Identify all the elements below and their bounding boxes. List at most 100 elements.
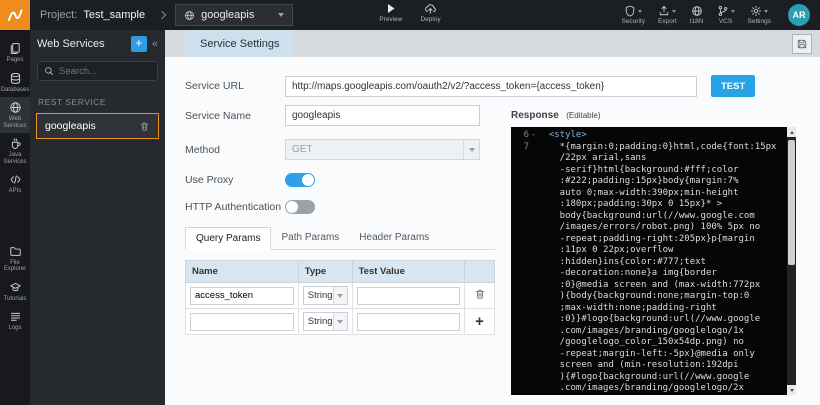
line-number <box>515 326 529 338</box>
delete-service-icon[interactable] <box>139 121 150 132</box>
sidebar-item-java-services[interactable]: Java Services <box>0 133 30 169</box>
service-list-item-googleapis[interactable]: googleapis <box>36 113 159 139</box>
use-proxy-toggle[interactable] <box>285 173 315 187</box>
sidebar-item-databases[interactable]: Databases <box>0 68 30 98</box>
coffee-cup-icon <box>9 137 22 150</box>
fold-marker <box>529 188 538 200</box>
service-selector-dropdown[interactable]: googleapis <box>175 4 293 26</box>
export-button[interactable]: Export <box>658 5 677 25</box>
settings-button[interactable]: Settings <box>748 5 772 25</box>
left-icon-sidebar: Pages Databases Web Services Java Servic… <box>0 30 30 405</box>
add-service-button[interactable]: + <box>131 36 147 52</box>
code-line: :180px;padding:30px 0 15px}* > <box>515 199 784 211</box>
git-branch-icon <box>717 5 729 17</box>
table-row: String + <box>186 309 495 335</box>
floppy-disk-icon <box>796 38 808 50</box>
deploy-button[interactable]: Deploy <box>420 2 440 23</box>
fold-marker <box>529 234 538 246</box>
column-header-name: Name <box>186 261 299 283</box>
cloud-upload-icon <box>424 2 438 15</box>
method-select[interactable]: GET <box>285 139 480 160</box>
code-text: <style> <box>538 130 784 142</box>
chevron-down-icon <box>672 10 676 13</box>
preview-button[interactable]: Preview <box>379 2 402 23</box>
service-url-input[interactable] <box>285 76 697 97</box>
chevron-down-icon <box>731 10 735 13</box>
search-input[interactable] <box>59 66 151 77</box>
code-text: :hidden}ins{color:#777;text <box>538 257 784 269</box>
scroll-up-icon[interactable] <box>787 127 796 137</box>
column-header-type: Type <box>298 261 352 283</box>
chevron-down-icon <box>469 148 475 152</box>
http-auth-toggle[interactable] <box>285 200 315 214</box>
param-test-value-input[interactable] <box>357 313 460 331</box>
chevron-down-icon <box>764 10 768 13</box>
param-type-select[interactable]: String <box>303 312 348 331</box>
sidebar-item-tutorials[interactable]: Tutorials <box>0 277 30 307</box>
save-button[interactable] <box>792 34 812 54</box>
search-icon <box>44 66 54 76</box>
export-label: Export <box>658 18 677 25</box>
i18n-button[interactable]: I18N <box>690 5 704 25</box>
panel-title: Web Services <box>37 38 126 50</box>
param-name-input[interactable] <box>190 313 294 331</box>
search-box <box>37 61 158 81</box>
play-icon <box>384 2 397 15</box>
fold-marker <box>529 257 538 269</box>
code-line: 6 - <style> <box>515 130 784 142</box>
code-text: /22px arial,sans <box>538 153 784 165</box>
service-name-input[interactable] <box>285 105 480 126</box>
fold-marker <box>529 383 538 395</box>
code-text: :0}}#logo{background:url(//www.google <box>538 314 784 326</box>
service-item-label: googleapis <box>45 120 96 132</box>
fold-marker: - <box>529 130 538 142</box>
code-line: screen and (min-resolution:192dpi <box>515 360 784 372</box>
param-test-value-input[interactable] <box>357 287 460 305</box>
scrollbar-thumb[interactable] <box>788 140 795 265</box>
scroll-down-icon[interactable] <box>787 385 796 395</box>
service-name-label: Service Name <box>185 110 285 122</box>
security-button[interactable]: Security <box>621 5 644 25</box>
tab-path-params[interactable]: Path Params <box>271 227 349 249</box>
test-button[interactable]: TEST <box>711 75 755 97</box>
code-text: :0}@media screen and (max-width:772px <box>538 280 784 292</box>
sidebar-item-logs[interactable]: Logs <box>0 306 30 336</box>
globe-icon <box>691 5 703 17</box>
fold-marker <box>529 222 538 234</box>
fold-marker <box>529 280 538 292</box>
vcs-button[interactable]: VCS <box>717 5 735 25</box>
service-url-label: Service URL <box>185 80 285 92</box>
main-tabbar: Service Settings <box>165 30 820 57</box>
sidebar-item-apis[interactable]: APIs <box>0 169 30 199</box>
code-text: :11px 0 22px;overflow <box>538 245 784 257</box>
delete-row-icon[interactable] <box>474 288 486 300</box>
collapse-panel-icon[interactable]: « <box>152 38 158 50</box>
user-avatar[interactable]: AR <box>788 4 810 26</box>
fold-marker <box>529 337 538 349</box>
fold-marker <box>529 372 538 384</box>
pages-icon <box>9 42 22 55</box>
line-number <box>515 360 529 372</box>
fold-marker <box>529 199 538 211</box>
editor-scrollbar[interactable] <box>787 127 796 395</box>
line-number <box>515 199 529 211</box>
chevron-down-icon <box>278 13 284 17</box>
param-name-input[interactable] <box>190 287 294 305</box>
sidebar-item-file-explorer[interactable]: File Explorer <box>0 241 30 277</box>
code-line: -repeat;padding-right:205px}p{margin <box>515 234 784 246</box>
param-type-select[interactable]: String <box>303 286 348 305</box>
tab-service-settings[interactable]: Service Settings <box>185 30 294 57</box>
line-number <box>515 165 529 177</box>
sidebar-item-pages[interactable]: Pages <box>0 38 30 68</box>
add-row-button[interactable]: + <box>475 313 484 330</box>
code-line: ){body{background:none;margin-top:0 <box>515 291 784 303</box>
line-number: 7 <box>515 142 529 154</box>
code-text: -decoration:none}a img{border <box>538 268 784 280</box>
response-code-editor[interactable]: 6 - <style> 7 *{margin:0;padding:0}html,… <box>511 127 796 395</box>
param-tabbar: Query Params Path Params Header Params <box>185 227 495 250</box>
code-text: .com/images/branding/googlelogo/1x <box>538 326 784 338</box>
fold-marker <box>529 142 538 154</box>
tab-query-params[interactable]: Query Params <box>185 227 271 250</box>
sidebar-item-web-services[interactable]: Web Services <box>0 97 30 133</box>
tab-header-params[interactable]: Header Params <box>349 227 439 249</box>
